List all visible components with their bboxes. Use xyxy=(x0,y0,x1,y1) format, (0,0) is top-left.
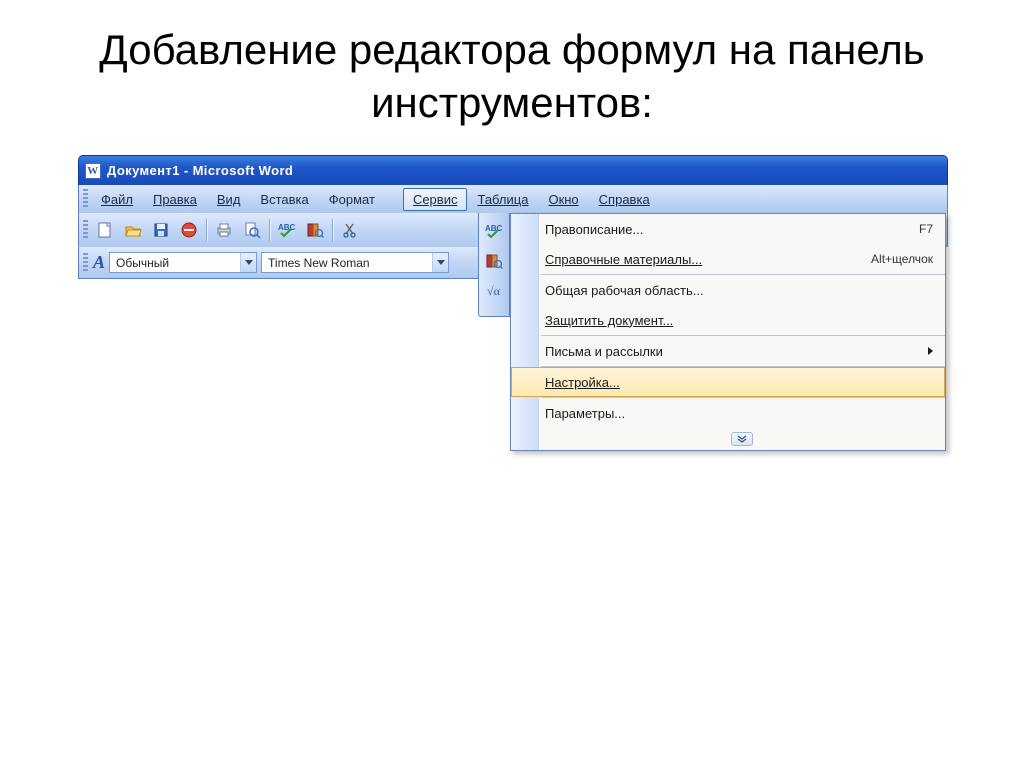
menu-customize[interactable]: Настройка... xyxy=(511,367,945,397)
spellcheck-button[interactable]: ABC xyxy=(275,218,299,242)
word-app-icon: W xyxy=(85,163,101,179)
shortcut-label: F7 xyxy=(919,222,933,236)
titlebar: W Документ1 - Microsoft Word xyxy=(78,155,948,185)
spellcheck-button[interactable]: ABC xyxy=(482,219,506,243)
menu-insert[interactable]: Вставка xyxy=(250,188,318,211)
menu-spelling[interactable]: Правописание... F7 xyxy=(511,214,945,244)
chevron-double-down-icon xyxy=(731,432,753,446)
chevron-down-icon[interactable] xyxy=(432,253,448,272)
menu-edit[interactable]: Правка xyxy=(143,188,207,211)
word-window: W Документ1 - Microsoft Word Файл Правка… xyxy=(78,155,948,279)
print-preview-button[interactable] xyxy=(240,218,264,242)
menu-view[interactable]: Вид xyxy=(207,188,251,211)
save-button[interactable] xyxy=(149,218,173,242)
menu-expand[interactable] xyxy=(539,428,945,450)
menu-research[interactable]: Справочные материалы... Alt+щелчок xyxy=(511,244,945,274)
shortcut-label: Alt+щелчок xyxy=(871,252,933,266)
tools-dropdown: Правописание... F7 Справочные материалы.… xyxy=(510,213,946,451)
menu-protect-document[interactable]: Защитить документ... xyxy=(511,305,945,335)
menu-letters-mailings[interactable]: Письма и рассылки xyxy=(511,336,945,366)
menu-file[interactable]: Файл xyxy=(91,188,143,211)
menubar: Файл Правка Вид Вставка Формат Сервис Та… xyxy=(78,185,948,213)
slide-title: Добавление редактора формул на панель ин… xyxy=(0,0,1024,147)
window-title: Документ1 - Microsoft Word xyxy=(107,163,293,178)
new-doc-button[interactable] xyxy=(93,218,117,242)
research-button[interactable] xyxy=(482,249,506,273)
menu-tools[interactable]: Сервис xyxy=(403,188,468,211)
research-button[interactable] xyxy=(303,218,327,242)
toolbar-grip[interactable] xyxy=(83,189,88,209)
svg-text:√α: √α xyxy=(487,284,501,298)
formatting-toolbar: A Обычный Times New Roman xyxy=(78,247,479,279)
styles-icon[interactable]: A xyxy=(91,252,109,273)
svg-text:ABC: ABC xyxy=(485,224,503,233)
chevron-down-icon[interactable] xyxy=(240,253,256,272)
print-button[interactable] xyxy=(212,218,236,242)
open-button[interactable] xyxy=(121,218,145,242)
submenu-arrow-icon xyxy=(928,347,933,355)
menu-options[interactable]: Параметры... xyxy=(511,398,945,428)
menu-format[interactable]: Формат xyxy=(319,188,385,211)
permissions-button[interactable] xyxy=(177,218,201,242)
svg-text:ABC: ABC xyxy=(278,223,296,232)
font-value: Times New Roman xyxy=(262,256,432,270)
menu-help[interactable]: Справка xyxy=(589,188,660,211)
menu-window[interactable]: Окно xyxy=(538,188,588,211)
font-combo[interactable]: Times New Roman xyxy=(261,252,449,273)
style-value: Обычный xyxy=(110,256,240,270)
menu-table[interactable]: Таблица xyxy=(467,188,538,211)
side-toolbar-fragment: ABC √α xyxy=(478,213,510,317)
toolbar-grip[interactable] xyxy=(83,253,88,273)
cut-button[interactable] xyxy=(338,218,362,242)
toolbar-grip[interactable] xyxy=(83,220,88,240)
menu-shared-workspace[interactable]: Общая рабочая область... xyxy=(511,275,945,305)
style-combo[interactable]: Обычный xyxy=(109,252,257,273)
equation-icon[interactable]: √α xyxy=(482,279,506,303)
